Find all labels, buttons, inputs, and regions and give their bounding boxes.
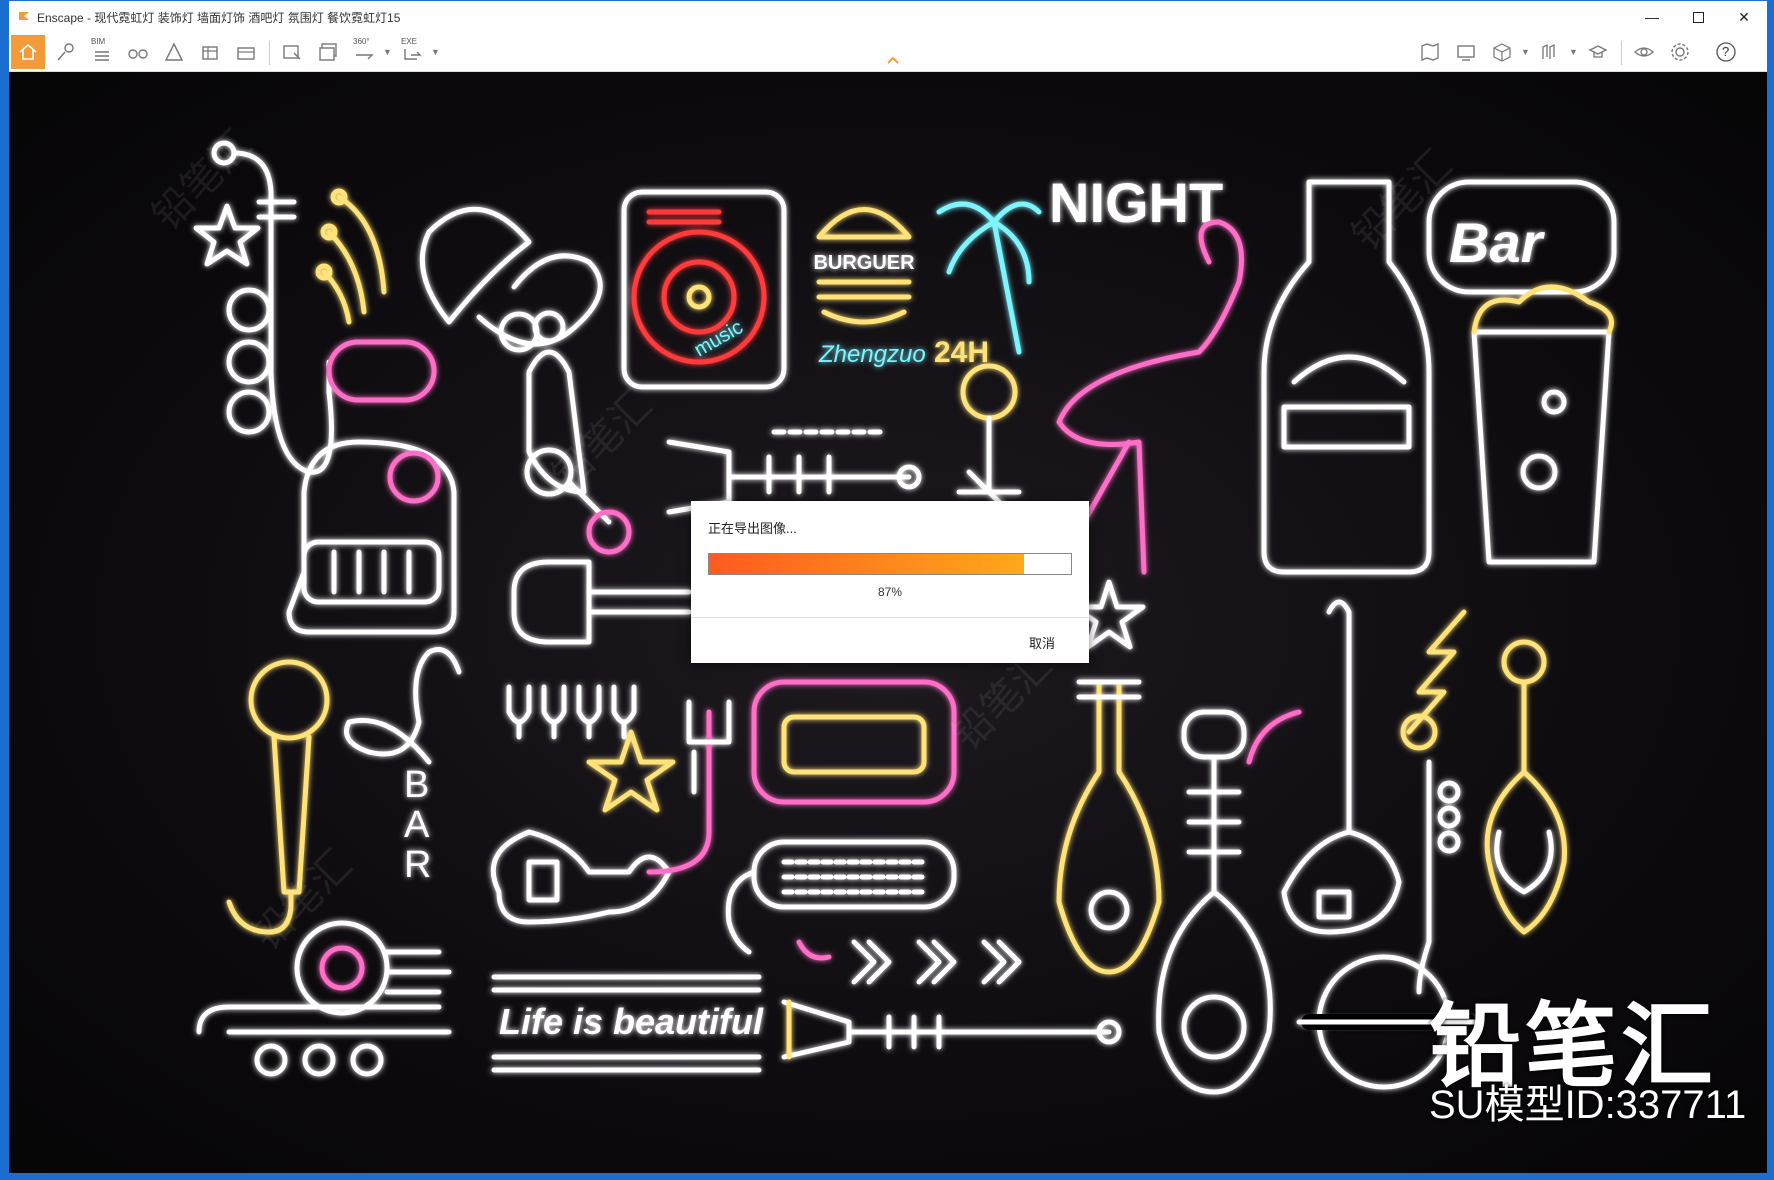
glasses-box-neon <box>781 714 927 775</box>
exe-dropdown-icon[interactable]: ▼ <box>431 47 440 57</box>
view-management-icon[interactable] <box>193 35 227 69</box>
dialog-divider <box>691 617 1089 618</box>
map-icon[interactable] <box>1413 35 1447 69</box>
cyan-palm-neon <box>936 201 1042 355</box>
hat-icon[interactable] <box>1581 35 1615 69</box>
acoustic-guitar-neon <box>1156 709 1273 1095</box>
star-neon <box>193 203 261 267</box>
help-label: ? <box>1722 44 1730 59</box>
batch-render-icon[interactable] <box>229 35 263 69</box>
toolbar: BIM 360° ▼ EXE ▼ ▼ ▼ ? <box>9 33 1767 72</box>
panorama-icon[interactable]: 360° <box>347 35 381 69</box>
sax-keys-neon <box>315 188 387 325</box>
zhengzuo-neon-text: Zhengzuo <box>818 341 926 368</box>
neon-24h-text: 24H <box>934 336 989 369</box>
diagonal-watermark-1: 铅笔汇 <box>144 122 260 238</box>
bim-icon[interactable]: BIM <box>85 35 119 69</box>
app-window: Enscape - 现代霓虹灯 装饰灯 墙面灯饰 酒吧灯 氛围灯 餐饮霓虹灯15… <box>8 0 1768 1174</box>
screen-icon[interactable] <box>1449 35 1483 69</box>
help-icon[interactable]: ? <box>1709 35 1743 69</box>
wine-glasses-neon <box>506 684 637 740</box>
cable-neon <box>646 709 712 875</box>
maximize-icon[interactable] <box>1675 1 1721 33</box>
bar-letter-r: R <box>404 844 431 886</box>
saxophone-neon <box>211 140 334 475</box>
atlas-icon[interactable] <box>1533 35 1567 69</box>
binoculars-icon[interactable] <box>121 35 155 69</box>
title-bar: Enscape - 现代霓虹灯 装饰灯 墙面灯饰 酒吧灯 氛围灯 餐饮霓虹灯15… <box>9 1 1767 33</box>
beer-glass-neon <box>1471 284 1614 565</box>
flamingo-white-neon <box>344 647 462 765</box>
life-is-beautiful-neon-text: Life is beautiful <box>499 1001 764 1042</box>
yellow-star-neon <box>586 729 676 813</box>
ukulele-neon <box>1056 679 1162 975</box>
cube-dropdown-icon[interactable]: ▼ <box>1521 47 1530 57</box>
beer-bottle-neon <box>1261 179 1432 575</box>
visual-settings-icon[interactable] <box>1627 35 1661 69</box>
bar-letter-a: A <box>404 804 430 846</box>
trumpet-bottom-neon <box>781 999 1122 1060</box>
diagonal-watermark-2: 铅笔汇 <box>544 382 660 498</box>
speaker-neon <box>196 920 452 1077</box>
export-progress-dialog: 正在导出图像... 87% 取消 <box>691 501 1089 663</box>
home-icon[interactable] <box>11 35 45 69</box>
screenshot-icon[interactable] <box>275 35 309 69</box>
asset-library-icon[interactable] <box>49 35 83 69</box>
export-percent-text: 87% <box>877 585 903 599</box>
export-progress-bar <box>708 553 1072 575</box>
exe-export-icon[interactable]: EXE <box>395 35 429 69</box>
exe-label: EXE <box>401 37 418 46</box>
panorama-dropdown-icon[interactable]: ▼ <box>383 47 392 57</box>
enscape-logo-icon <box>19 12 29 20</box>
pink-squiggle-neon <box>796 939 832 961</box>
mic-stand-neon <box>956 363 1022 515</box>
atlas-dropdown-icon[interactable]: ▼ <box>1569 47 1578 57</box>
guitar-head-neon <box>511 559 692 645</box>
guitar-right-neon <box>1246 599 1402 935</box>
minimize-icon[interactable]: — <box>1629 1 1675 33</box>
violin-neon <box>1484 639 1567 935</box>
electric-guitar-neon <box>490 829 672 925</box>
settings-icon[interactable] <box>1663 35 1697 69</box>
burger-neon-text: BURGUER <box>813 252 915 274</box>
bim-label: BIM <box>91 37 106 46</box>
model-id-watermark: SU模型ID:337711 <box>1429 1083 1747 1127</box>
panorama-label: 360° <box>353 37 370 46</box>
walk-mode-icon[interactable] <box>157 35 191 69</box>
collapse-toolbar-chevron-icon[interactable] <box>886 55 900 65</box>
sax-mouth-neon <box>326 339 437 403</box>
bar-sign-neon-text: Bar <box>1449 211 1546 274</box>
window-title: Enscape - 现代霓虹灯 装饰灯 墙面灯饰 酒吧灯 氛围灯 餐饮霓虹灯15 <box>37 11 401 25</box>
chevrons-neon <box>851 939 1022 985</box>
diagonal-watermark-4: 铅笔汇 <box>1344 142 1460 258</box>
bar-letter-b: B <box>404 764 429 806</box>
cancel-button[interactable]: 取消 <box>1029 633 1055 652</box>
close-icon[interactable]: ✕ <box>1721 1 1767 33</box>
render-export-icon[interactable] <box>311 35 345 69</box>
cube-icon[interactable] <box>1485 35 1519 69</box>
night-neon-text: NIGHT <box>1049 171 1223 234</box>
export-progress-fill <box>709 554 1024 574</box>
export-dialog-title: 正在导出图像... <box>708 521 797 536</box>
trumpet-top-neon <box>666 429 922 515</box>
saxophone-right-neon <box>1416 759 1461 995</box>
